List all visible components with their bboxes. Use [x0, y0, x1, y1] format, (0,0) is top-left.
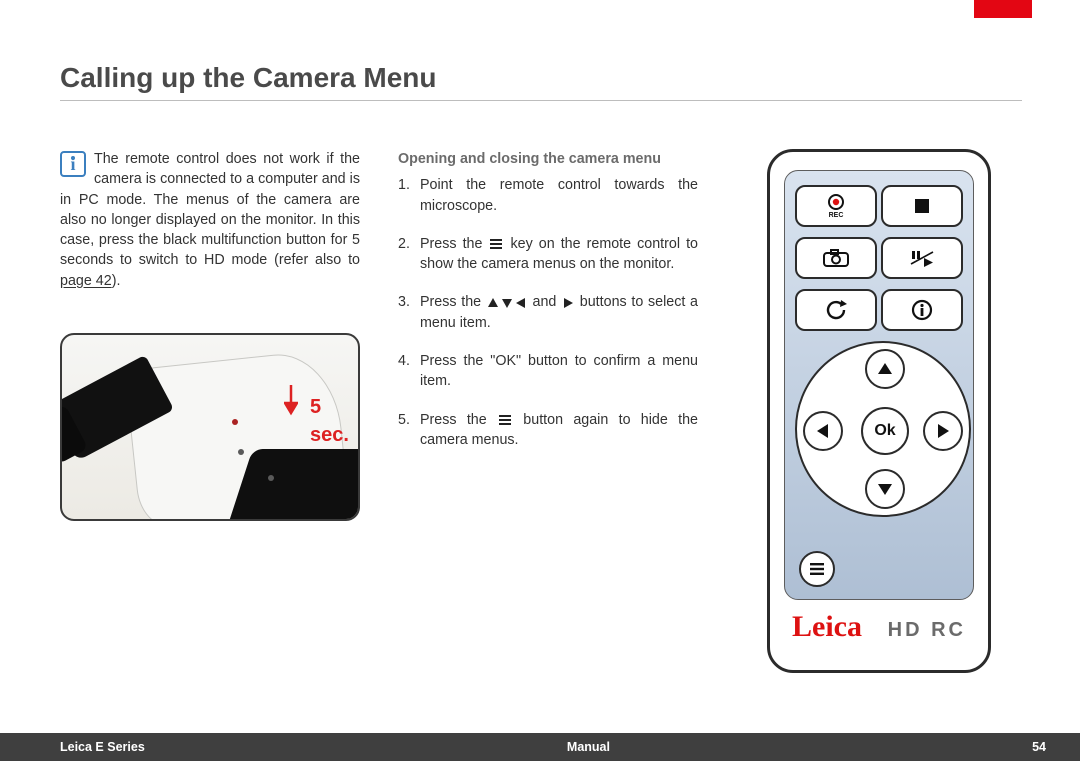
- stop-button[interactable]: [881, 185, 963, 227]
- remote-brand-row: Leica HD RC: [784, 600, 974, 644]
- remote-row-3: [795, 289, 963, 331]
- remote-row-2: [795, 237, 963, 279]
- brand-tab: [974, 0, 1032, 18]
- camera-button[interactable]: [795, 237, 877, 279]
- up-icon: [488, 298, 498, 308]
- remote-panel: REC: [784, 170, 974, 600]
- step-5a: Press the: [420, 412, 497, 428]
- columns: i The remote control does not work if th…: [60, 149, 1022, 673]
- rotate-button[interactable]: [795, 289, 877, 331]
- title-rule: [60, 100, 1022, 101]
- col-info: i The remote control does not work if th…: [60, 149, 360, 521]
- step-4: Press the "OK" button to confirm a menu …: [398, 351, 698, 392]
- info-text-pre: The remote control does not work if the …: [60, 151, 360, 268]
- leica-logo: Leica: [792, 610, 862, 644]
- step-2a: Press the: [420, 236, 488, 252]
- col-steps: Opening and closing the camera menu Poin…: [398, 149, 698, 468]
- left-icon: [516, 298, 526, 308]
- play-pause-button[interactable]: [881, 237, 963, 279]
- menu-icon: [490, 239, 502, 249]
- step-3: Press the and buttons to select a menu i…: [398, 292, 698, 333]
- five-sec-label: 5 sec.: [310, 393, 358, 450]
- menu-icon-2: [499, 415, 511, 425]
- ok-button[interactable]: Ok: [861, 407, 909, 455]
- col-remote: REC: [736, 149, 1022, 673]
- remote-model: HD RC: [888, 619, 966, 642]
- dpad-up-button[interactable]: [865, 349, 905, 389]
- rec-label: REC: [829, 212, 844, 219]
- press-arrow-icon: [284, 385, 298, 419]
- page-title: Calling up the Camera Menu: [60, 62, 1022, 94]
- footer-center: Manual: [567, 740, 610, 754]
- info-text-post: ).: [112, 273, 121, 289]
- step-3a: Press the: [420, 294, 486, 310]
- remote-control: REC: [767, 149, 991, 673]
- footer-left: Leica E Series: [60, 740, 145, 754]
- step-2: Press the key on the remote control to s…: [398, 234, 698, 275]
- rec-button[interactable]: REC: [795, 185, 877, 227]
- steps-list: Point the remote control towards the mic…: [398, 175, 698, 450]
- page-body: Calling up the Camera Menu i The remote …: [0, 0, 1080, 673]
- step-5: Press the button again to hide the camer…: [398, 410, 698, 451]
- step-3b: and: [528, 294, 561, 310]
- dpad: Ok: [795, 341, 971, 517]
- remote-row-1: REC: [795, 185, 963, 227]
- info-paragraph: The remote control does not work if the …: [60, 149, 360, 291]
- ok-label: Ok: [874, 422, 895, 440]
- right-icon: [563, 298, 573, 308]
- dpad-down-button[interactable]: [865, 469, 905, 509]
- info-icon: i: [60, 151, 86, 177]
- down-icon: [502, 298, 512, 308]
- page-footer: Leica E Series Manual 54: [0, 733, 1080, 761]
- info-button[interactable]: [881, 289, 963, 331]
- step-1: Point the remote control towards the mic…: [398, 175, 698, 216]
- steps-heading: Opening and closing the camera menu: [398, 149, 698, 169]
- page-ref-link[interactable]: page 42: [60, 273, 112, 289]
- dpad-right-button[interactable]: [923, 411, 963, 451]
- dpad-left-button[interactable]: [803, 411, 843, 451]
- footer-page-number: 54: [1032, 740, 1046, 754]
- microscope-photo: 5 sec.: [60, 333, 360, 521]
- menu-button[interactable]: [799, 551, 835, 587]
